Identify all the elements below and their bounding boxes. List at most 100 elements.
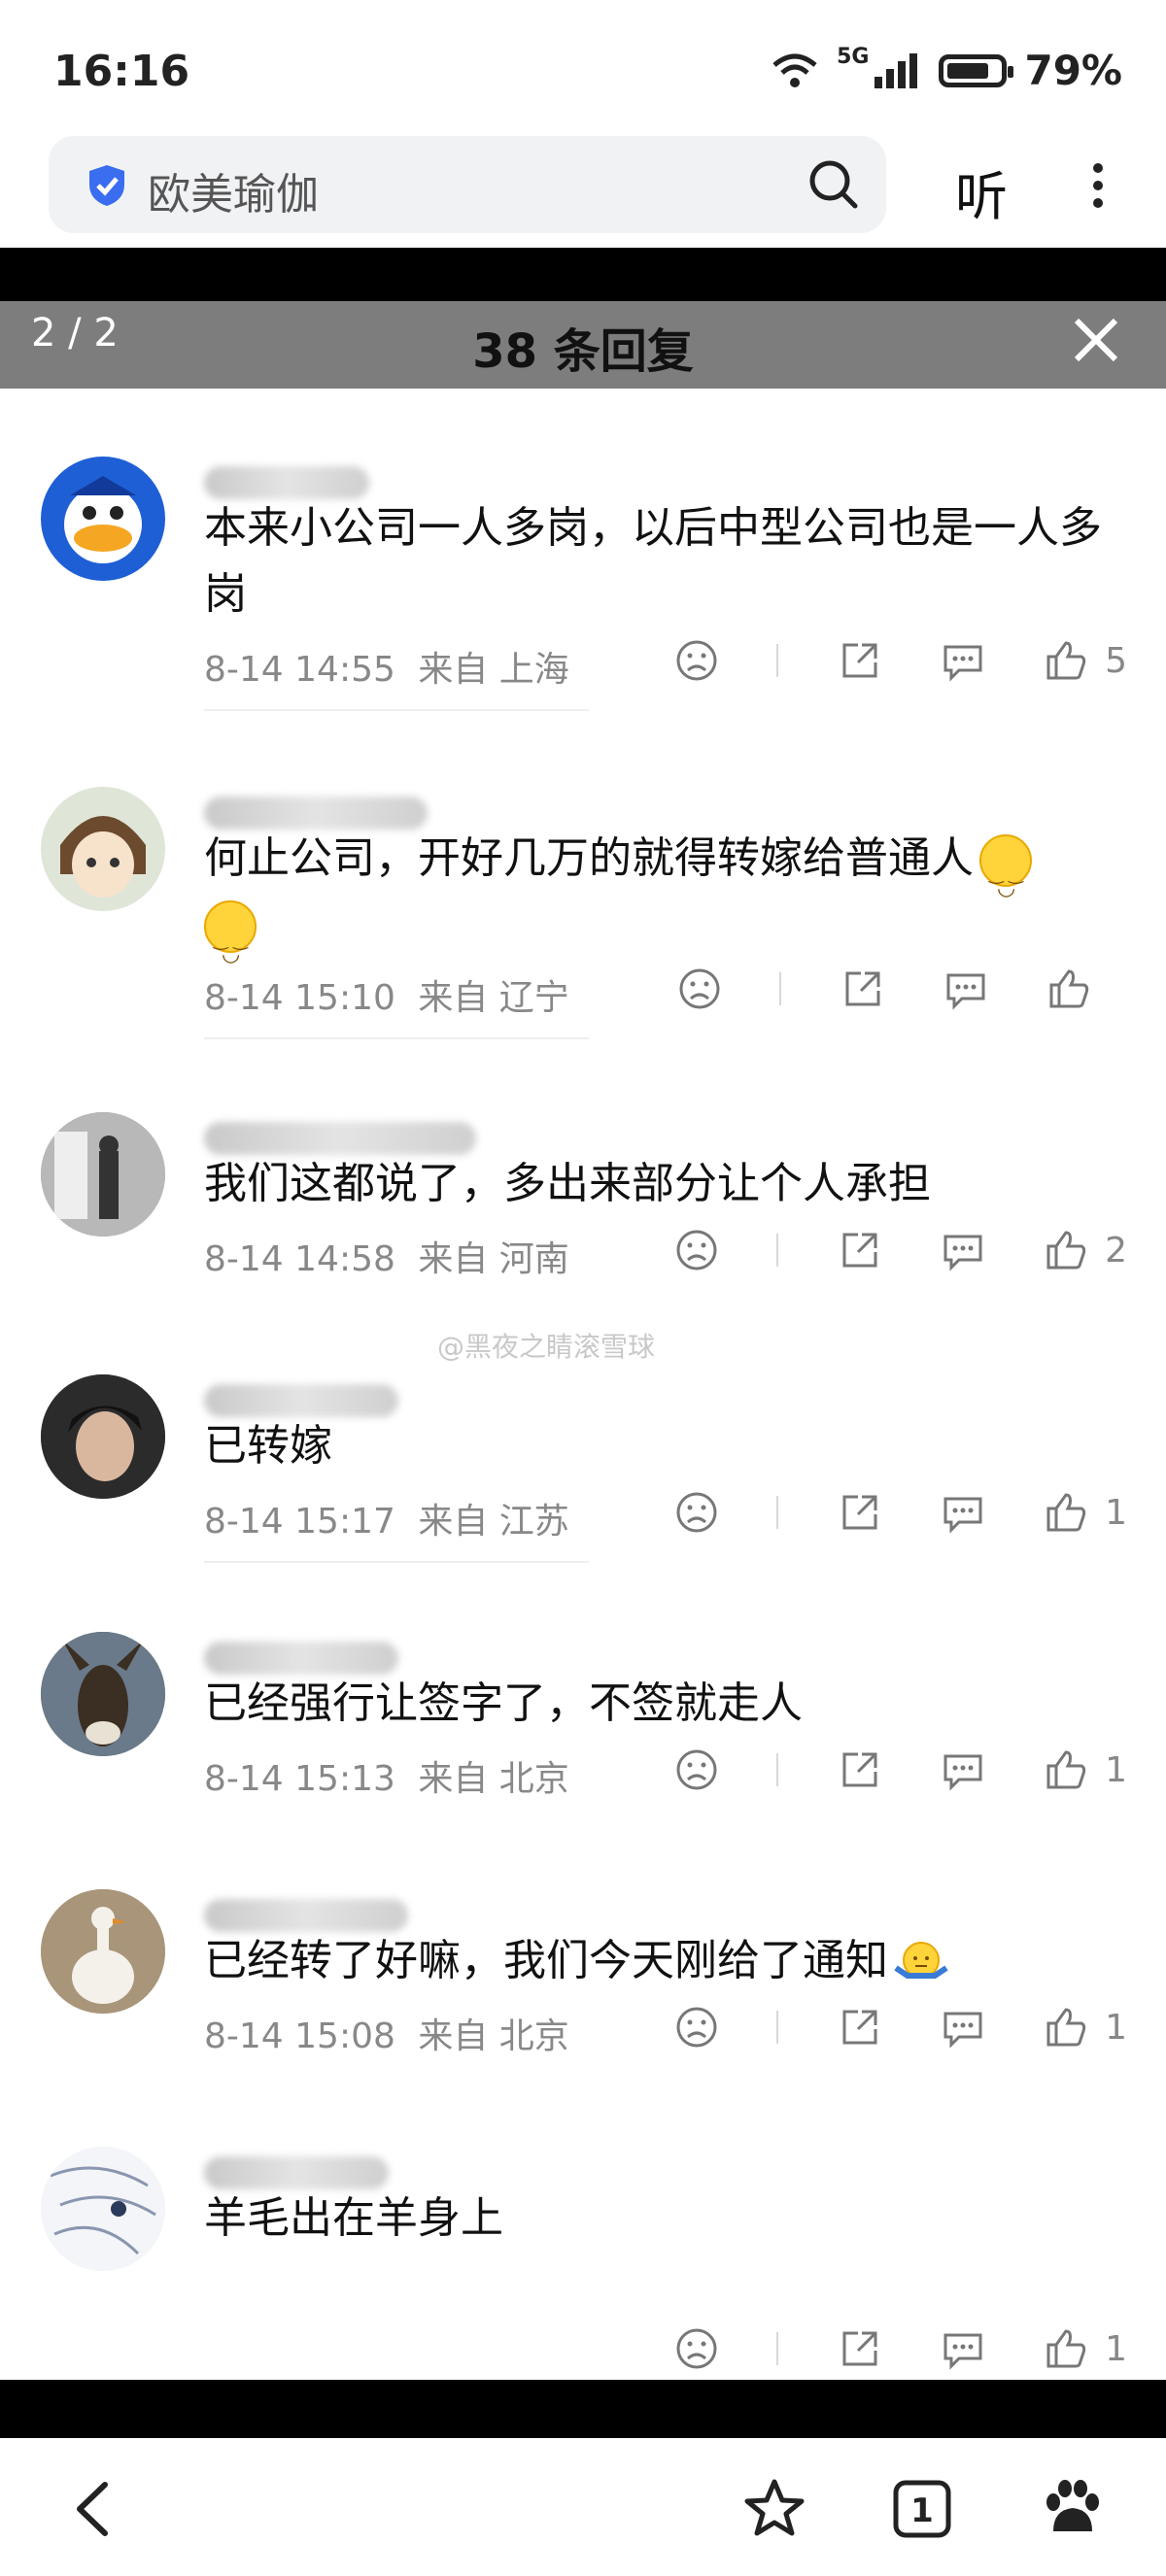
avatar[interactable] (41, 2147, 165, 2271)
network-type: 5G (837, 45, 870, 69)
dislike-icon[interactable] (675, 1491, 718, 1534)
dislike-icon[interactable] (678, 967, 721, 1010)
comment-actions: 1 (615, 1748, 1127, 1791)
share-icon[interactable] (839, 1491, 881, 1534)
comment-actions: 1 (615, 1491, 1127, 1534)
reply-panel-header: 2 / 2 38 条回复 (0, 301, 1166, 389)
like-icon[interactable] (1045, 639, 1087, 682)
reply-count-title: 38 条回复 (472, 324, 694, 379)
comment-meta: 8-14 15:17 来自 江苏 (204, 1493, 569, 1543)
avatar-donkey-icon (41, 1632, 165, 1756)
like-icon[interactable] (1047, 967, 1090, 1010)
comment-meta: 8-14 14:55 来自 上海 (204, 641, 569, 692)
reply-icon[interactable] (944, 967, 987, 1010)
comment-meta: 8-14 14:58 来自 河南 (204, 1231, 569, 1281)
username-blurred[interactable] (204, 1642, 398, 1675)
reply-icon[interactable] (942, 639, 984, 682)
like-icon[interactable] (1045, 1491, 1087, 1534)
comment-text: 我们这都说了，多出来部分让个人承担 (204, 1159, 931, 1208)
dislike-icon[interactable] (675, 1229, 718, 1271)
comment-actions: 1 (615, 2006, 1127, 2049)
avatar-goose-icon (41, 1889, 165, 2014)
comment-text: 本来小公司一人多岗，以后中型公司也是一人多岗 (204, 503, 1102, 619)
comment-date: 8-14 14:55 (204, 650, 395, 690)
comment-actions: 5 (615, 639, 1127, 682)
separator (779, 972, 781, 1005)
share-icon[interactable] (841, 967, 884, 1010)
black-bar-bottom (0, 2380, 1166, 2438)
baidu-paw-icon[interactable] (1040, 2477, 1104, 2541)
avatar[interactable] (41, 1112, 165, 1237)
comment-location: 来自 辽宁 (418, 978, 569, 1018)
avatar[interactable] (41, 1374, 165, 1499)
reply-icon[interactable] (942, 1229, 984, 1271)
comment-date: 8-14 15:08 (204, 2017, 395, 2056)
more-menu-icon[interactable] (1079, 155, 1117, 223)
divider (204, 1561, 589, 1563)
username-blurred[interactable] (204, 1122, 476, 1155)
comment-date: 8-14 15:10 (204, 978, 395, 1018)
comment-actions (618, 967, 1127, 1010)
battery-icon (939, 53, 1014, 87)
username-blurred[interactable] (204, 1899, 408, 1932)
reply-icon[interactable] (942, 1491, 984, 1534)
reply-icon[interactable] (942, 2006, 984, 2049)
separator (776, 1496, 779, 1529)
like-count: 1 (1105, 1492, 1127, 1533)
comment-date: 8-14 15:13 (204, 1759, 395, 1799)
close-icon[interactable] (1067, 311, 1125, 369)
username-blurred[interactable] (204, 797, 428, 830)
separator (776, 2011, 779, 2044)
username-blurred[interactable] (204, 1384, 398, 1417)
star-bookmark-icon[interactable] (742, 2477, 806, 2541)
status-time: 16:16 (53, 47, 190, 96)
search-input[interactable]: 欧美瑜伽 (49, 136, 886, 233)
like-count: 2 (1105, 1230, 1127, 1271)
username-blurred[interactable] (204, 466, 369, 499)
bottom-navigation: 1 (0, 2438, 1166, 2576)
reply-icon[interactable] (942, 2327, 984, 2370)
comment-text: 何止公司，开好几万的就得转嫁给普通人 (204, 826, 1137, 988)
share-icon[interactable] (839, 1748, 881, 1791)
back-icon[interactable] (64, 2477, 128, 2541)
search-icon[interactable] (806, 157, 861, 212)
like-icon[interactable] (1045, 1748, 1087, 1791)
avatar[interactable] (41, 1889, 165, 2014)
avatar[interactable] (41, 1632, 165, 1756)
avatar-person-icon (41, 1374, 165, 1499)
avatar-duck-icon (64, 476, 142, 563)
listen-button[interactable]: 听 (955, 153, 1008, 230)
search-toolbar: 欧美瑜伽 听 (0, 136, 1166, 248)
comment-text: 羊毛出在羊身上 (204, 2193, 503, 2243)
share-icon[interactable] (839, 1229, 881, 1271)
comment-text: 已经转了好嘛，我们今天刚给了通知 (204, 1928, 1137, 1994)
dislike-icon[interactable] (675, 2006, 718, 2049)
like-icon[interactable] (1045, 2006, 1087, 2049)
like-count: 1 (1105, 2007, 1127, 2048)
avatar[interactable] (41, 787, 165, 911)
tabs-count-icon[interactable]: 1 (890, 2477, 954, 2541)
dislike-icon[interactable] (675, 639, 718, 682)
reply-icon[interactable] (942, 1748, 984, 1791)
comment-location: 来自 北京 (418, 1759, 569, 1799)
separator (776, 1234, 779, 1267)
like-icon[interactable] (1045, 1229, 1087, 1271)
share-icon[interactable] (839, 639, 881, 682)
like-icon[interactable] (1045, 2327, 1087, 2370)
avatar[interactable] (41, 457, 165, 581)
username-blurred[interactable] (204, 2156, 389, 2189)
separator (776, 1753, 779, 1786)
svg-text:1: 1 (910, 2491, 934, 2530)
wifi-icon (772, 53, 817, 87)
dislike-icon[interactable] (675, 1748, 718, 1791)
separator (776, 2332, 779, 2365)
status-bar: 16:16 5G 79% (0, 0, 1166, 136)
share-icon[interactable] (839, 2327, 881, 2370)
comment-text: 已转嫁 (204, 1421, 332, 1471)
comment-actions: 2 (615, 1229, 1127, 1271)
dislike-icon[interactable] (675, 2327, 718, 2370)
share-icon[interactable] (839, 2006, 881, 2049)
black-bar-top (0, 248, 1166, 301)
shield-icon (89, 165, 124, 206)
comment-meta: 8-14 15:08 来自 北京 (204, 2008, 569, 2058)
